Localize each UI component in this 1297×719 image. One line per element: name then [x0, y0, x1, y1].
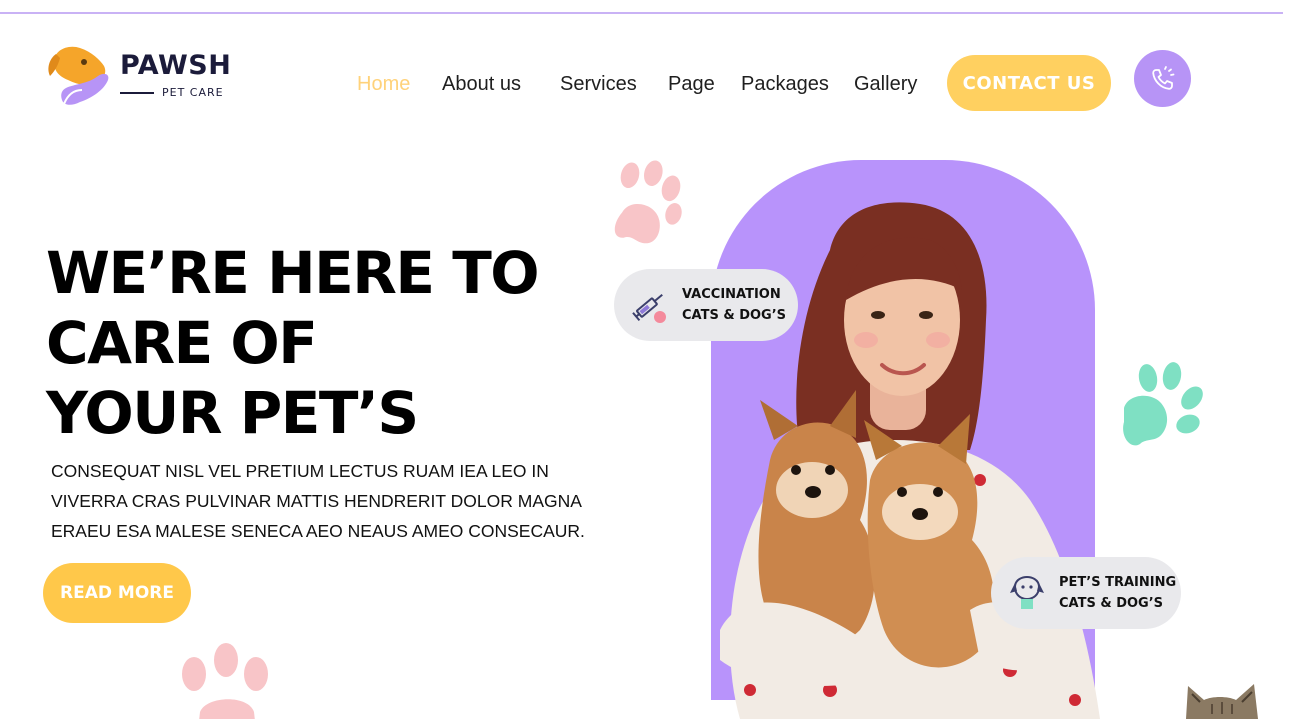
page: PAWSH PET CARE Home About us Services Pa… — [0, 0, 1297, 719]
training-text: PET’S TRAINING CATS & DOG’S — [1059, 572, 1176, 614]
brand-logo[interactable]: PAWSH PET CARE — [44, 44, 244, 112]
call-button[interactable] — [1134, 50, 1191, 107]
training-badge: PET’S TRAINING CATS & DOG’S — [991, 557, 1181, 629]
brand-tagline: PET CARE — [162, 86, 224, 99]
paw-print-icon — [1123, 362, 1203, 446]
badge-subtitle: CATS & DOG’S — [682, 308, 787, 323]
badge-subtitle: CATS & DOG’S — [1059, 596, 1164, 611]
contact-us-button[interactable]: CONTACT US — [947, 55, 1111, 111]
vaccination-text: VACCINATION CATS & DOG’S — [682, 284, 786, 326]
dog-hand-logo-icon — [48, 46, 109, 105]
badge-title: PET’S TRAINING — [1059, 575, 1177, 590]
dog-training-icon — [1010, 575, 1044, 609]
vaccination-badge: VACCINATION CATS & DOG’S — [614, 269, 798, 341]
nav-gallery[interactable]: Gallery — [854, 73, 917, 96]
nav-services[interactable]: Services — [560, 73, 637, 96]
nav-packages[interactable]: Packages — [741, 73, 829, 96]
syringe-icon — [632, 293, 666, 323]
hero-title-line: WE’RE HERE TO — [46, 239, 540, 307]
hero-description-line: ERAEU ESA MALESE SENECA AEO NEAUS AMEO C… — [51, 521, 585, 541]
top-divider — [0, 12, 1283, 14]
badge-title: VACCINATION — [682, 287, 781, 302]
brand-underline — [120, 92, 154, 94]
hero-description: CONSEQUAT NISL VEL PRETIUM LECTUS RUAM I… — [51, 456, 621, 546]
nav-about-us[interactable]: About us — [442, 73, 521, 96]
hero-title: WE’RE HERE TO CARE OF YOUR PET’S — [46, 238, 606, 448]
nav-home[interactable]: Home — [357, 73, 410, 96]
paw-print-icon — [182, 643, 268, 719]
brand-name: PAWSH — [120, 50, 232, 81]
hero-title-line: YOUR PET’S — [46, 379, 419, 447]
hero-description-line: VIVERRA CRAS PULVINAR MATTIS HENDRERIT D… — [51, 491, 582, 511]
phone-ring-icon — [1151, 65, 1174, 90]
nav-page[interactable]: Page — [668, 73, 715, 96]
hero-description-line: CONSEQUAT NISL VEL PRETIUM LECTUS RUAM I… — [51, 461, 549, 481]
hero-title-line: CARE OF — [46, 309, 318, 377]
cat-image — [1186, 684, 1258, 719]
read-more-button[interactable]: READ MORE — [43, 563, 191, 623]
paw-print-icon — [614, 160, 682, 244]
